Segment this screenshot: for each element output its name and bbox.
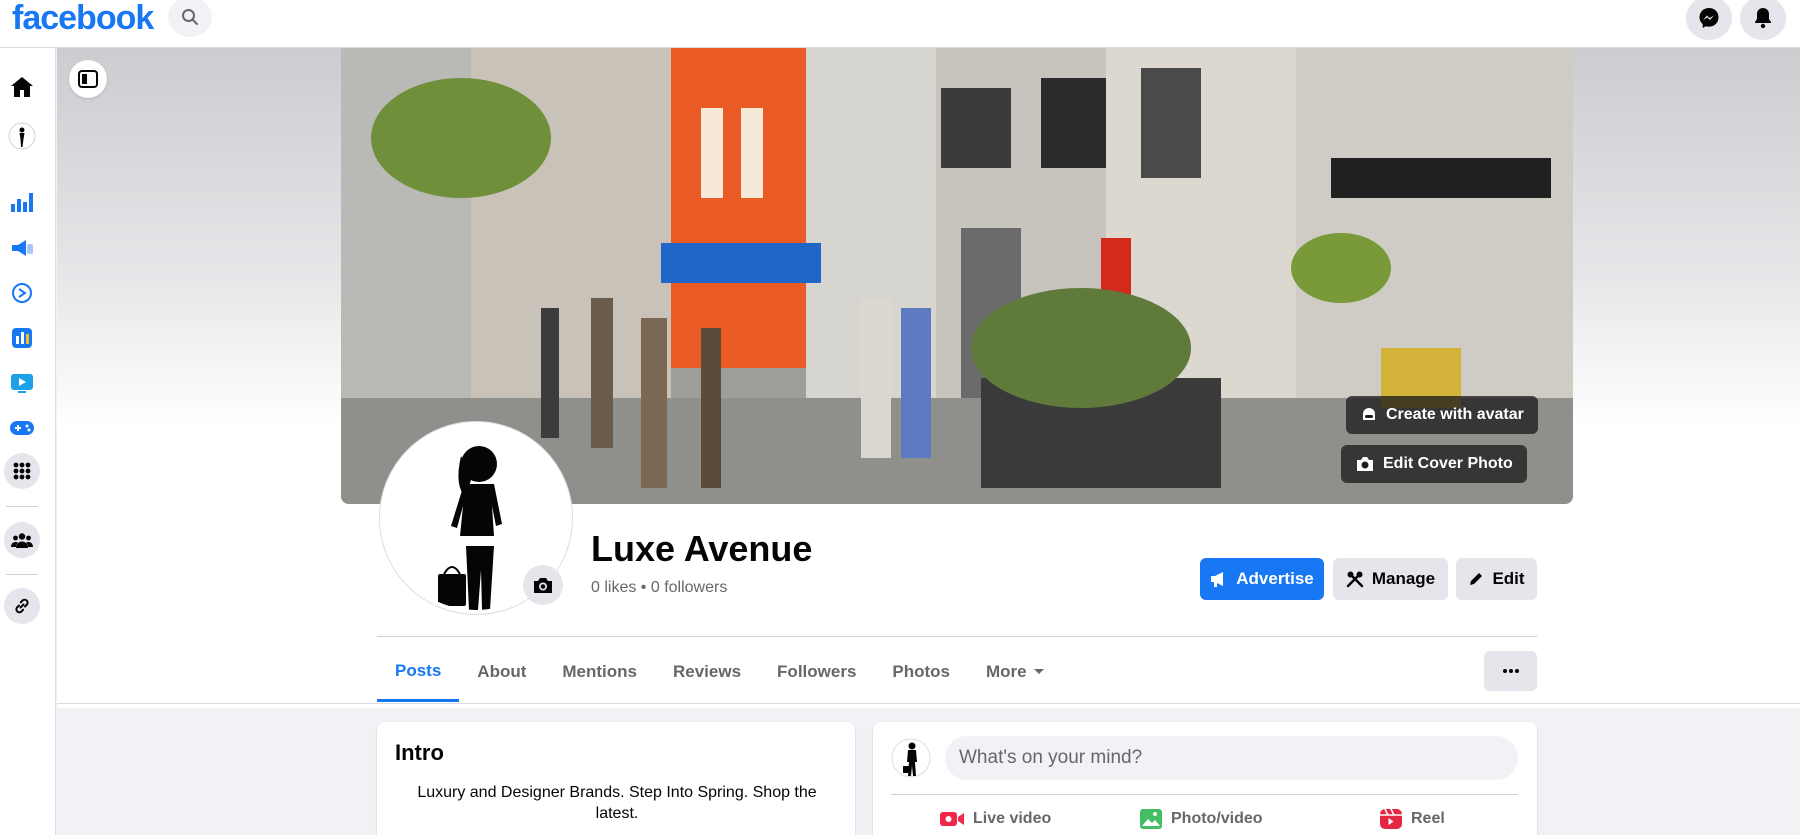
messenger-icon	[1699, 8, 1719, 28]
watch-icon	[11, 374, 33, 393]
manage-label: Manage	[1371, 569, 1436, 588]
composer-avatar	[891, 736, 931, 780]
rail-page-profile[interactable]	[6, 120, 38, 152]
home-icon	[11, 77, 33, 97]
tab-more-label: More	[986, 662, 1027, 681]
rail-groups[interactable]	[4, 522, 40, 558]
meta-business-icon	[12, 283, 32, 303]
create-with-avatar-label: Create with avatar	[1386, 406, 1524, 423]
page-stats[interactable]: 0 likes • 0 followers	[591, 579, 727, 597]
tab-reviews[interactable]: Reviews	[655, 642, 759, 702]
silhouette-avatar-icon	[891, 738, 931, 778]
avatar-icon	[1363, 408, 1375, 420]
tab-posts[interactable]: Posts	[377, 642, 460, 702]
sidebar-toggle-button[interactable]	[69, 60, 107, 98]
intro-title: Intro	[395, 740, 444, 765]
more-options-button[interactable]	[1484, 651, 1537, 691]
page-title: Luxe Avenue	[591, 528, 813, 569]
advertise-button[interactable]: Advertise	[1200, 558, 1324, 600]
gaming-icon	[10, 421, 34, 435]
edit-button[interactable]: Edit	[1456, 558, 1537, 600]
rail-menu[interactable]	[4, 453, 40, 489]
reel-label: Reel	[1411, 810, 1445, 827]
photo-video-label: Photo/video	[1171, 810, 1263, 827]
rail-home[interactable]	[6, 71, 38, 103]
tab-mentions[interactable]: Mentions	[544, 642, 655, 702]
link-icon	[15, 598, 29, 614]
menu-grid-icon	[13, 462, 31, 480]
edit-cover-photo-button[interactable]: Edit Cover Photo	[1341, 445, 1527, 483]
messenger-button[interactable]	[1686, 0, 1732, 40]
header-divider	[377, 636, 1537, 637]
left-navigation-rail	[0, 48, 56, 835]
creator-studio-icon	[12, 328, 32, 348]
rail-insights[interactable]	[6, 186, 38, 218]
tab-photos[interactable]: Photos	[874, 642, 968, 702]
manage-button[interactable]: Manage	[1333, 558, 1448, 600]
rail-meta-business[interactable]	[6, 277, 38, 309]
reel-button[interactable]: Reel	[1379, 802, 1445, 835]
sidebar-panel-icon	[78, 70, 98, 88]
intro-bio: Luxury and Designer Brands. Step Into Sp…	[417, 784, 817, 822]
rail-watch[interactable]	[6, 367, 38, 399]
pencil-icon	[1470, 573, 1483, 585]
caret-down-icon	[1033, 669, 1044, 674]
groups-icon	[11, 533, 33, 548]
camera-icon	[534, 578, 552, 593]
top-navigation-bar: facebook	[0, 0, 1800, 48]
advertise-label: Advertise	[1236, 569, 1314, 588]
insights-icon	[11, 193, 33, 212]
rail-divider	[6, 574, 38, 575]
live-video-icon	[940, 812, 964, 826]
page-avatar-icon	[8, 122, 36, 150]
live-video-button[interactable]: Live video	[939, 802, 1051, 835]
rail-ad-center[interactable]	[6, 232, 38, 264]
search-button[interactable]	[168, 0, 212, 37]
rail-gaming[interactable]	[6, 412, 38, 444]
facebook-logo[interactable]: facebook	[12, 0, 154, 36]
tab-about[interactable]: About	[459, 642, 544, 702]
camera-icon	[1357, 457, 1373, 471]
rail-link[interactable]	[4, 588, 40, 624]
profile-tabs: Posts About Mentions Reviews Followers P…	[377, 642, 1063, 702]
megaphone-icon	[1211, 572, 1224, 587]
create-with-avatar-button[interactable]: Create with avatar	[1346, 396, 1538, 434]
notifications-button[interactable]	[1740, 0, 1786, 40]
tools-icon	[1346, 571, 1364, 588]
tab-more[interactable]: More	[968, 642, 1063, 702]
ad-center-icon	[12, 240, 33, 256]
update-profile-picture-button[interactable]	[523, 565, 563, 605]
rail-divider	[6, 506, 38, 507]
edit-label: Edit	[1492, 569, 1525, 588]
edit-cover-photo-label: Edit Cover Photo	[1383, 455, 1513, 472]
rail-creator-studio[interactable]	[6, 322, 38, 354]
composer-divider	[891, 794, 1518, 795]
tab-followers[interactable]: Followers	[759, 642, 874, 702]
bell-icon	[1755, 8, 1771, 29]
post-composer-card: What's on your mind? Live video Photo/vi…	[873, 722, 1537, 835]
live-video-label: Live video	[973, 810, 1052, 827]
reel-icon	[1380, 808, 1402, 829]
search-icon	[182, 9, 198, 25]
photo-video-button[interactable]: Photo/video	[1139, 802, 1263, 835]
whats-on-your-mind-input[interactable]: What's on your mind?	[945, 736, 1518, 780]
intro-card: Intro Luxury and Designer Brands. Step I…	[377, 722, 855, 835]
photo-video-icon	[1140, 809, 1162, 829]
ellipsis-icon	[1502, 669, 1519, 673]
